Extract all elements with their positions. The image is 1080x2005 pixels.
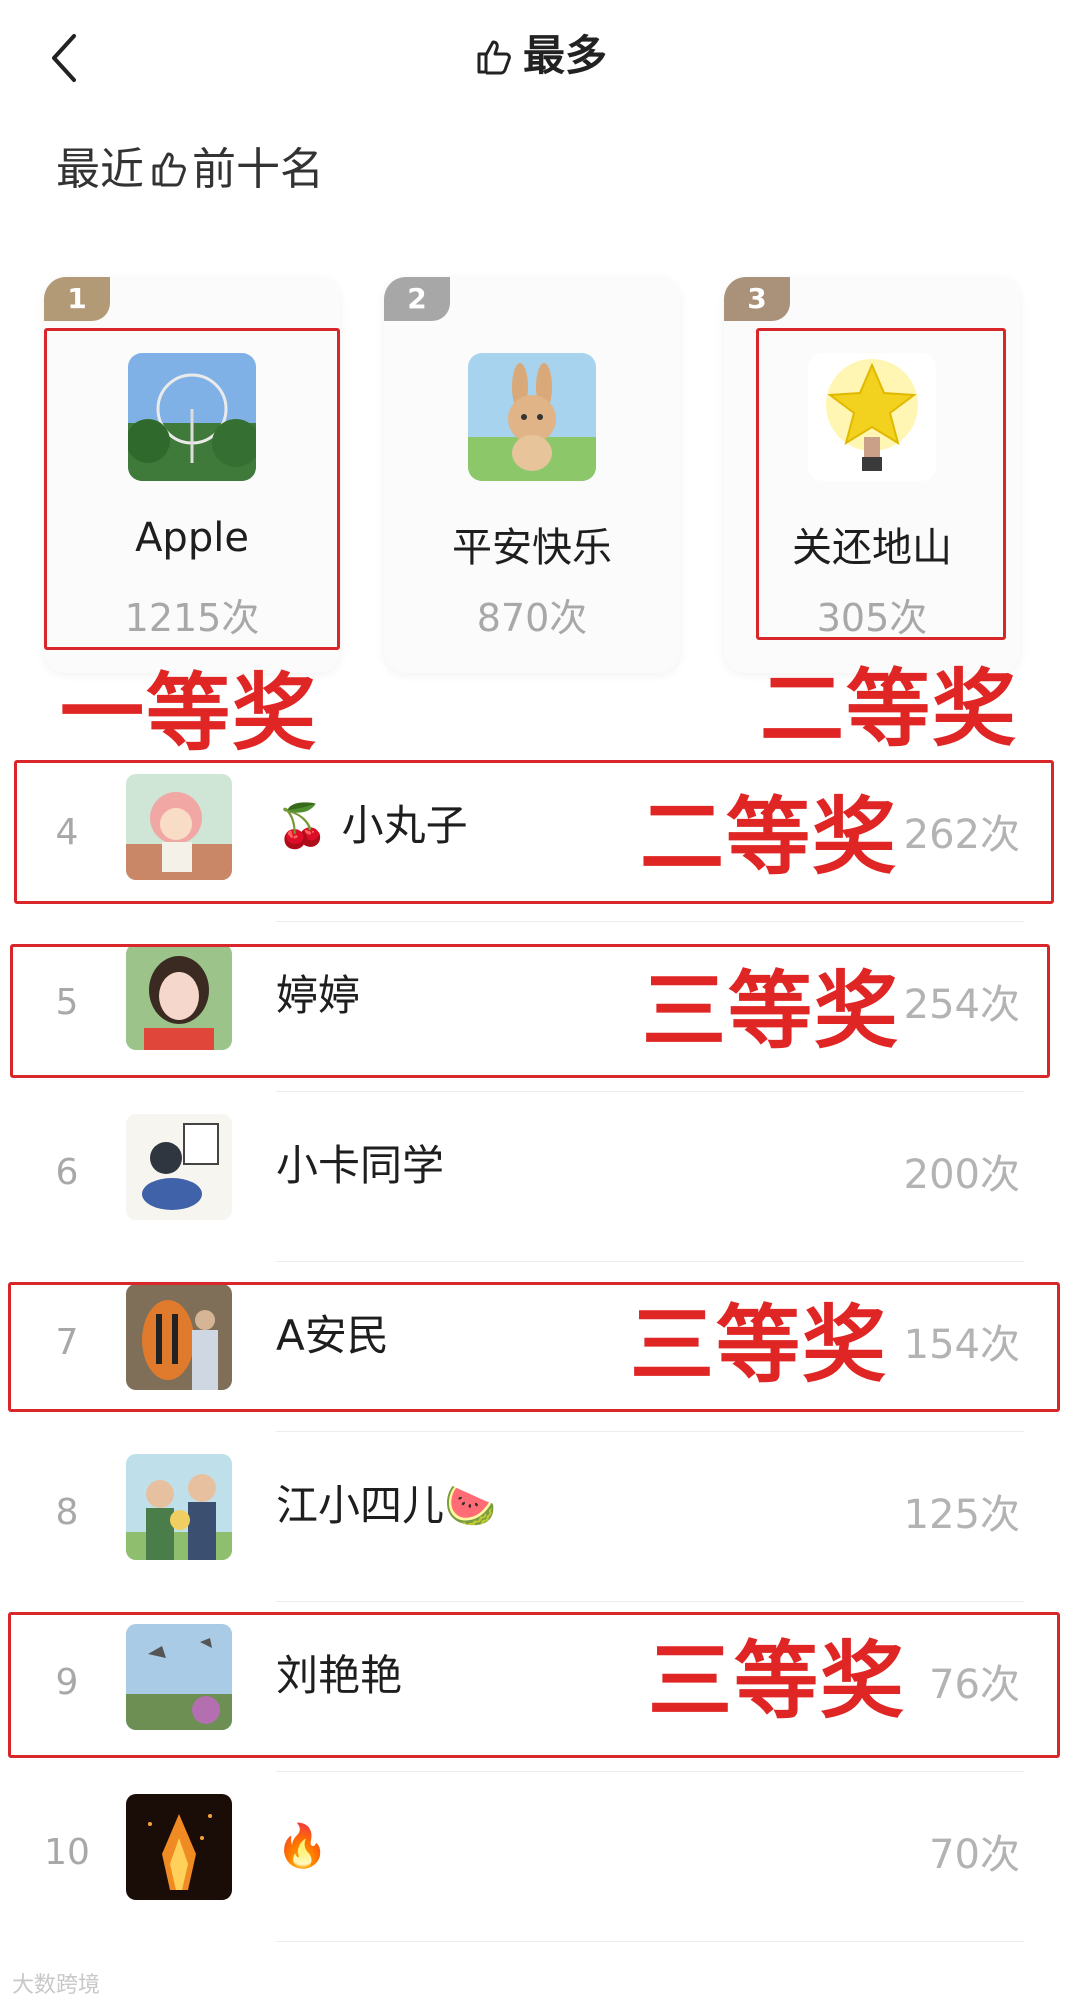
page-title-text: 最多	[522, 31, 607, 80]
avatar	[126, 1114, 232, 1220]
thumbs-up-icon	[477, 40, 511, 75]
top-card-2[interactable]: 2 平安快乐 870次	[384, 277, 680, 673]
like-count: 870次	[476, 596, 588, 640]
divider	[276, 1941, 1024, 1942]
list-item[interactable]: 8 江小四儿🍉 125次	[0, 1432, 1080, 1602]
list-item[interactable]: 10 🔥 70次	[0, 1772, 1080, 1942]
rank-badge: 1	[44, 277, 110, 321]
user-name: 🔥	[276, 1821, 329, 1870]
highlight-box-rank-3	[756, 328, 1006, 640]
highlight-box-rank-7	[8, 1282, 1060, 1412]
avatar	[468, 353, 596, 481]
rank-number: 10	[44, 1832, 90, 1873]
section-title-suffix: 前十名	[192, 144, 324, 195]
rank-badge: 2	[384, 277, 450, 321]
user-name: 平安快乐	[452, 525, 612, 571]
award-label-third: 三等奖	[642, 962, 901, 1060]
award-label-second: 二等奖	[640, 788, 899, 886]
award-label-third: 三等奖	[648, 1632, 907, 1730]
award-label-second: 二等奖	[760, 660, 1019, 758]
rank-number: 6	[55, 1152, 79, 1193]
like-count: 125次	[903, 1492, 1020, 1538]
watermark: 大数跨境	[12, 1973, 101, 1998]
section-title: 最近 前十名	[56, 140, 324, 200]
page-title: 最多	[0, 28, 1080, 84]
like-count: 70次	[929, 1832, 1020, 1878]
rank-badge: 3	[724, 277, 790, 321]
like-count: 200次	[903, 1152, 1020, 1198]
section-title-prefix: 最近	[56, 144, 144, 195]
list-item[interactable]: 6 小卡同学 200次	[0, 1092, 1080, 1262]
avatar	[126, 1794, 232, 1900]
rank-number: 8	[55, 1492, 79, 1533]
user-name: 小卡同学	[276, 1141, 445, 1190]
highlight-box-apple	[44, 328, 340, 650]
award-label-third: 三等奖	[630, 1296, 889, 1394]
award-label-first: 一等奖	[60, 664, 319, 762]
thumbs-up-icon	[152, 152, 186, 187]
avatar	[126, 1454, 232, 1560]
user-name: 江小四儿🍉	[276, 1481, 497, 1530]
